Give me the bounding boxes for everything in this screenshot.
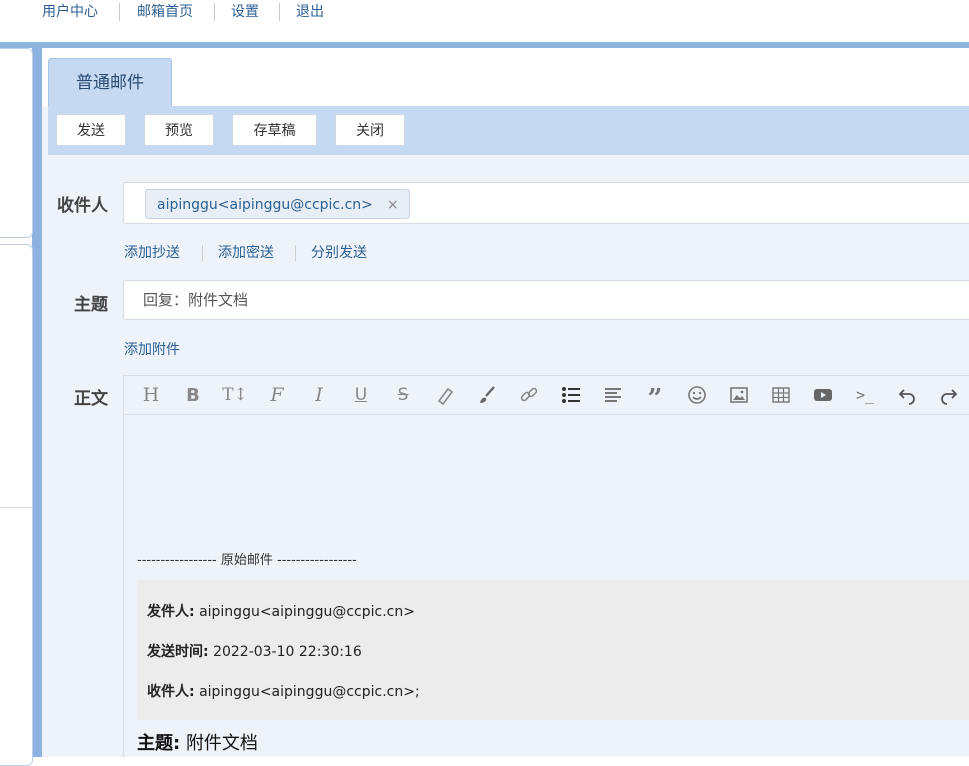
font-size-icon[interactable]: T↕ <box>222 382 248 408</box>
sidebar-panel-bottom <box>0 244 33 766</box>
save-draft-button[interactable]: 存草稿 <box>232 114 317 146</box>
subject-label: 主题 <box>74 295 108 315</box>
nav-mail-home[interactable]: 邮箱首页 <box>137 3 193 21</box>
quoted-header-box: 发件人: aipinggu<aipinggu@ccpic.cn> 发送时间: 2… <box>137 580 969 720</box>
compose-panel: 普通邮件 发送 预览 存草稿 关闭 收件人 aipinggu<aipinggu@… <box>42 48 969 757</box>
nav-divider <box>119 3 120 21</box>
link-icon[interactable] <box>516 382 542 408</box>
code-icon[interactable]: >_ <box>852 382 878 408</box>
tab-normal-mail[interactable]: 普通邮件 <box>48 58 172 107</box>
add-cc-link[interactable]: 添加抄送 <box>124 244 180 262</box>
nav-user-center[interactable]: 用户中心 <box>42 3 98 21</box>
link-divider <box>295 245 296 261</box>
image-icon[interactable] <box>726 382 752 408</box>
frame-left-column <box>32 42 42 757</box>
italic-icon[interactable]: I <box>306 382 332 408</box>
quoted-from-value: aipinggu<aipinggu@ccpic.cn> <box>199 604 415 620</box>
strikethrough-icon[interactable]: S <box>390 382 416 408</box>
highlighter-icon[interactable] <box>432 382 458 408</box>
font-family-icon[interactable]: F <box>264 382 290 408</box>
quoted-subject-label: 主题: <box>137 733 181 754</box>
editor-toolbar: H B T↕ F I U S ” >_ <box>124 376 969 415</box>
close-button[interactable]: 关闭 <box>335 114 405 146</box>
nav-divider <box>214 3 215 21</box>
brush-icon[interactable] <box>474 382 500 408</box>
add-bcc-link[interactable]: 添加密送 <box>218 244 274 262</box>
redo-icon[interactable] <box>936 382 962 408</box>
quoted-time-value: 2022-03-10 22:30:16 <box>213 644 362 660</box>
emoji-icon[interactable] <box>684 382 710 408</box>
sidebar-divider <box>0 507 32 508</box>
recipient-field[interactable]: aipinggu<aipinggu@ccpic.cn> × <box>123 182 969 224</box>
body-editor[interactable]: H B T↕ F I U S ” >_ ----------------- 原始… <box>123 375 969 757</box>
align-left-icon[interactable] <box>600 382 626 408</box>
bulleted-list-icon[interactable] <box>558 382 584 408</box>
quoted-to-value: aipinggu<aipinggu@ccpic.cn>; <box>199 684 420 700</box>
recipient-label: 收件人 <box>57 196 108 216</box>
preview-button[interactable]: 预览 <box>144 114 214 146</box>
bold-icon[interactable]: B <box>180 382 206 408</box>
tab-bar: 普通邮件 <box>42 48 969 107</box>
quoted-time-line: 发送时间: 2022-03-10 22:30:16 <box>147 641 362 661</box>
quoted-subject-value: 附件文档 <box>185 733 258 754</box>
subject-value: 回复：附件文档 <box>143 291 249 309</box>
send-separately-link[interactable]: 分别发送 <box>311 244 367 262</box>
top-nav: 用户中心 邮箱首页 设置 退出 <box>0 0 969 42</box>
underline-icon[interactable]: U <box>348 382 374 408</box>
recipient-chip-text: aipinggu<aipinggu@ccpic.cn> <box>157 197 373 213</box>
quoted-subject-line: 主题: 附件文档 <box>137 729 258 755</box>
link-divider <box>202 245 203 261</box>
undo-icon[interactable] <box>894 382 920 408</box>
quoted-to-line: 收件人: aipinggu<aipinggu@ccpic.cn>; <box>147 681 420 701</box>
table-icon[interactable] <box>768 382 794 408</box>
subject-input[interactable]: 回复：附件文档 <box>123 280 969 320</box>
recipient-chip[interactable]: aipinggu<aipinggu@ccpic.cn> × <box>145 189 410 219</box>
compose-toolbar: 发送 预览 存草稿 关闭 <box>48 106 969 155</box>
add-attachment-link[interactable]: 添加附件 <box>124 339 180 359</box>
quoted-from-line: 发件人: aipinggu<aipinggu@ccpic.cn> <box>147 601 415 621</box>
heading-icon[interactable]: H <box>138 382 164 408</box>
close-icon[interactable]: × <box>387 197 399 213</box>
quoted-from-label: 发件人: <box>147 604 195 620</box>
body-label: 正文 <box>74 389 108 409</box>
quote-icon[interactable]: ” <box>642 382 668 412</box>
sidebar-panel-top <box>0 48 33 238</box>
send-button[interactable]: 发送 <box>56 114 126 146</box>
nav-settings[interactable]: 设置 <box>231 3 259 21</box>
video-icon[interactable] <box>810 382 836 408</box>
original-mail-divider: ----------------- 原始邮件 ----------------- <box>137 553 357 568</box>
nav-logout[interactable]: 退出 <box>296 3 324 21</box>
nav-divider <box>279 3 280 21</box>
quoted-time-label: 发送时间: <box>147 644 209 660</box>
quoted-to-label: 收件人: <box>147 684 195 700</box>
